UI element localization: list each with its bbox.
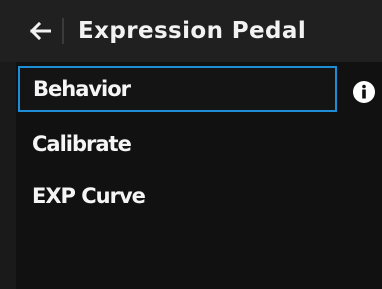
menu-item-calibrate[interactable]: Calibrate: [16, 118, 382, 170]
info-icon: [353, 81, 375, 103]
header-bar: Expression Pedal: [0, 0, 382, 62]
menu-item-label: Calibrate: [32, 132, 132, 156]
back-button[interactable]: [20, 11, 60, 51]
menu-item-label: EXP Curve: [32, 184, 146, 208]
app-window: Expression Pedal Behavior Calibrate EXP …: [0, 0, 382, 289]
arrow-left-icon: [29, 22, 51, 40]
info-button[interactable]: [351, 79, 377, 105]
menu-item-label: Behavior: [33, 77, 131, 101]
menu-item-exp-curve[interactable]: EXP Curve: [16, 170, 382, 222]
page-title: Expression Pedal: [78, 18, 307, 44]
menu-item-behavior[interactable]: Behavior: [18, 66, 337, 112]
header-divider: [62, 18, 64, 44]
menu-list: Behavior Calibrate EXP Curve: [16, 62, 382, 289]
